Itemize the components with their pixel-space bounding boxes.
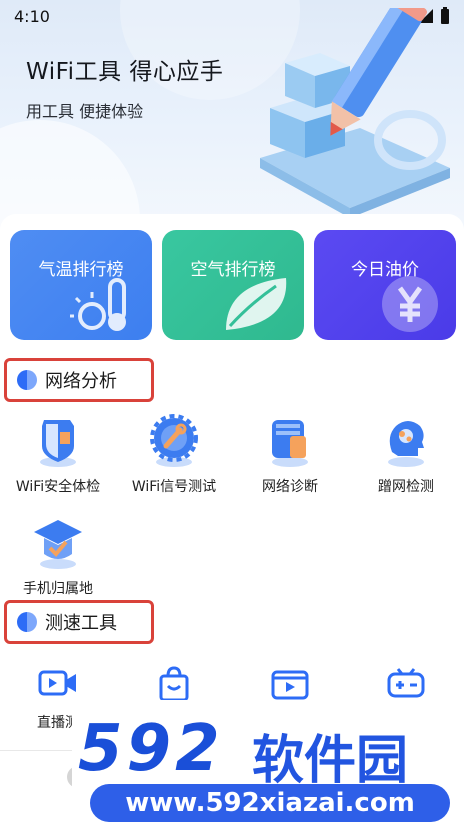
section-dot-icon: [17, 370, 37, 390]
video-camera-icon: [38, 670, 76, 696]
tool-wifi-signal-test[interactable]: WiFi信号测试: [116, 412, 232, 496]
tool-label: 手机归属地: [23, 581, 93, 597]
tool-freeloader-detect[interactable]: 蹭网检测: [348, 412, 464, 496]
status-time: 4:10: [14, 6, 50, 26]
shield-icon: [40, 420, 76, 467]
section-speed-tools: 测速工具: [4, 600, 154, 644]
tool-phone-location[interactable]: 手机归属地: [0, 514, 116, 598]
hero-banner: 4:10 WiFi工具 得心应手 用工具 便捷体验: [0, 0, 464, 240]
gear-wrench-icon: [150, 414, 198, 467]
tool-wifi-security-check[interactable]: WiFi安全体检: [0, 412, 116, 496]
tool-label: WiFi安全体检: [15, 479, 101, 495]
tool-label: 蹭网检测: [378, 479, 434, 495]
hero-subtitle: 用工具 便捷体验: [26, 102, 144, 121]
phone-network-icon: [272, 420, 308, 467]
shopping-bag-icon: [159, 666, 189, 702]
yuan-icon: [382, 276, 438, 332]
leaf-icon: [226, 278, 287, 330]
watermark-brand: 软件园: [252, 731, 409, 791]
section-title: 网络分析: [45, 371, 117, 392]
section-network-analysis: 网络分析: [4, 358, 154, 402]
speed-tool-game[interactable]: [348, 666, 464, 704]
video-play-icon: [271, 670, 309, 700]
tool-network-diagnosis[interactable]: 网络诊断: [232, 412, 348, 496]
thermometer-icon: [70, 278, 126, 331]
quick-cards: 气温排行榜 空气排行榜 今日油价: [10, 230, 456, 340]
watermark-overlay: 592 软件园 www.592xiazai.com: [72, 700, 464, 825]
hero-title: WiFi工具 得心应手: [26, 59, 224, 85]
card-temperature-ranking[interactable]: 气温排行榜: [10, 230, 152, 340]
pen-cubes-illustration: [260, 8, 450, 218]
head-scan-icon: [388, 421, 424, 467]
speed-tool-video[interactable]: [232, 666, 348, 704]
card-oil-price[interactable]: 今日油价: [314, 230, 456, 340]
section-title: 测速工具: [45, 613, 117, 634]
watermark-logo-number: 592: [78, 712, 224, 786]
graduation-cap-icon: [34, 520, 82, 569]
card-air-ranking[interactable]: 空气排行榜: [162, 230, 304, 340]
watermark-url: www.592xiazai.com: [90, 784, 450, 822]
gamepad-icon: [387, 668, 425, 698]
section-dot-icon: [17, 612, 37, 632]
tool-label: 网络诊断: [262, 479, 318, 495]
tool-label: WiFi信号测试: [131, 479, 217, 495]
